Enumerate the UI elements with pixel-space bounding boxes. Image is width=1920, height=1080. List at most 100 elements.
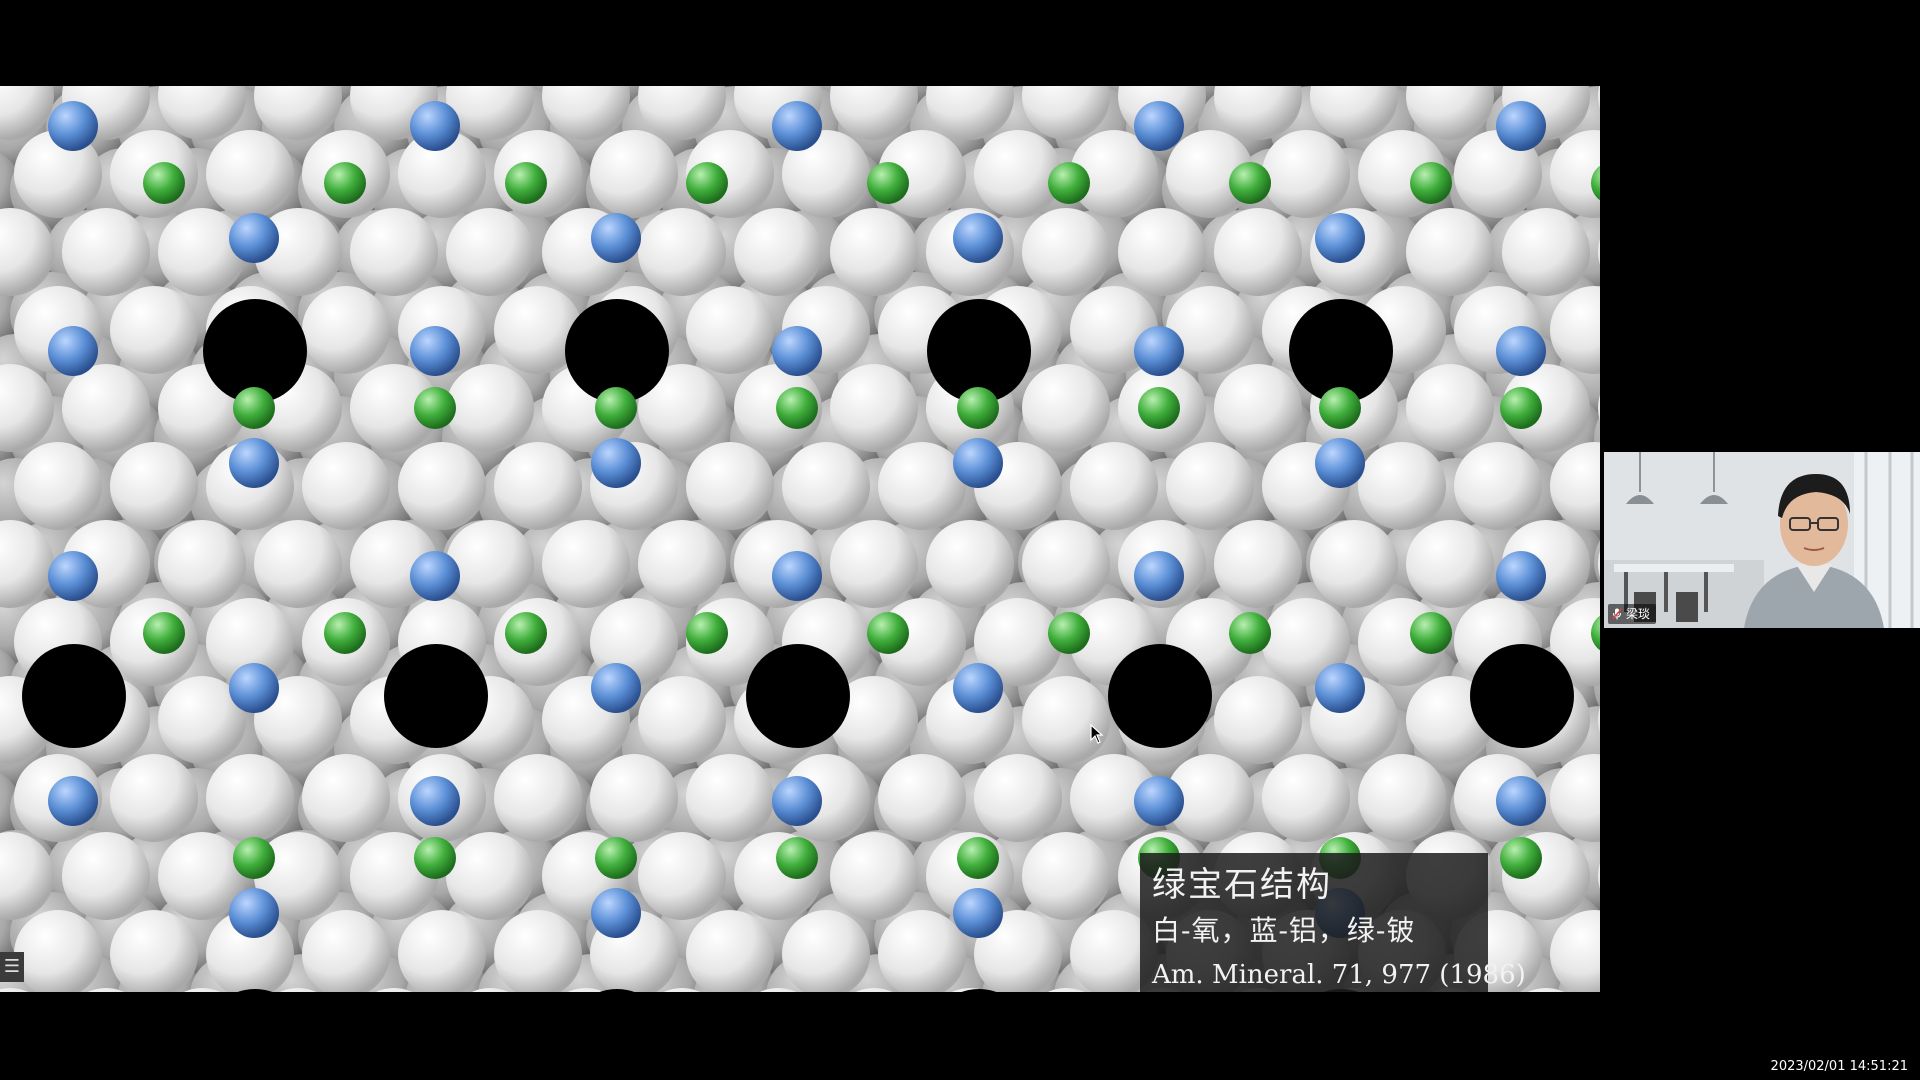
- aluminum-atom: [1315, 213, 1365, 263]
- beryllium-atom: [505, 612, 547, 654]
- aluminum-atom: [1134, 101, 1184, 151]
- beryllium-atom: [324, 612, 366, 654]
- oxygen-atom: [62, 364, 150, 452]
- aluminum-atom: [229, 663, 279, 713]
- oxygen-atom: [1214, 676, 1302, 764]
- aluminum-atom: [591, 888, 641, 938]
- beryllium-atom: [595, 387, 637, 429]
- oxygen-atom: [494, 754, 582, 842]
- beryllium-atom: [867, 612, 909, 654]
- oxygen-atom: [254, 520, 342, 608]
- oxygen-atom: [1022, 208, 1110, 296]
- aluminum-atom: [772, 776, 822, 826]
- aluminum-atom: [410, 551, 460, 601]
- aluminum-atom: [1315, 663, 1365, 713]
- participant-video-frame: [1604, 452, 1920, 628]
- oxygen-atom: [1406, 520, 1494, 608]
- aluminum-atom: [772, 326, 822, 376]
- presentation-slide: 绿宝石结构 白-氧，蓝-铝，绿-铍 Am. Mineral. 71, 977 (…: [0, 86, 1600, 992]
- oxygen-atom: [1022, 676, 1110, 764]
- aluminum-atom: [1315, 438, 1365, 488]
- oxygen-atom: [446, 832, 534, 920]
- aluminum-atom: [772, 551, 822, 601]
- oxygen-atom: [878, 442, 966, 530]
- oxygen-atom: [446, 520, 534, 608]
- oxygen-atom: [206, 754, 294, 842]
- beryllium-atom: [686, 612, 728, 654]
- oxygen-atom: [494, 442, 582, 530]
- beryllium-atom: [1138, 387, 1180, 429]
- beryllium-atom: [414, 387, 456, 429]
- oxygen-atom: [1214, 208, 1302, 296]
- microphone-muted-icon: [1612, 608, 1622, 620]
- oxygen-atom: [1406, 364, 1494, 452]
- oxygen-atom: [1454, 442, 1542, 530]
- aluminum-atom: [48, 776, 98, 826]
- oxygen-atom: [830, 364, 918, 452]
- participant-name-tag: 梁琰: [1608, 604, 1657, 624]
- aluminum-atom: [591, 438, 641, 488]
- slide-caption: 绿宝石结构 白-氧，蓝-铝，绿-铍 Am. Mineral. 71, 977 (…: [1140, 853, 1526, 992]
- beryllium-atom: [686, 162, 728, 204]
- oxygen-atom: [1022, 364, 1110, 452]
- aluminum-atom: [953, 663, 1003, 713]
- beryllium-atom: [1410, 612, 1452, 654]
- aluminum-atom: [48, 551, 98, 601]
- beryllium-atom: [324, 162, 366, 204]
- oxygen-atom: [830, 832, 918, 920]
- beryllium-atom: [776, 837, 818, 879]
- beryllium-atom: [414, 837, 456, 879]
- beryllium-atom: [1500, 837, 1542, 879]
- reference-text: Am. Mineral. 71, 977 (1986): [1152, 960, 1526, 990]
- oxygen-atom: [638, 676, 726, 764]
- oxygen-atom: [782, 442, 870, 530]
- beryllium-atom: [233, 387, 275, 429]
- beryllium-atom: [1229, 612, 1271, 654]
- oxygen-atom: [158, 208, 246, 296]
- aluminum-atom: [591, 213, 641, 263]
- structural-channel: [746, 644, 850, 748]
- oxygen-atom: [398, 442, 486, 530]
- oxygen-atom: [1358, 442, 1446, 530]
- oxygen-atom: [302, 754, 390, 842]
- oxygen-atom: [1262, 754, 1350, 842]
- oxygen-atom: [62, 832, 150, 920]
- aluminum-atom: [953, 213, 1003, 263]
- oxygen-atom: [446, 208, 534, 296]
- oxygen-atom: [1022, 832, 1110, 920]
- beryllium-atom: [505, 162, 547, 204]
- beryllium-atom: [595, 837, 637, 879]
- oxygen-atom: [110, 754, 198, 842]
- oxygen-atom: [1502, 208, 1590, 296]
- oxygen-atom: [14, 442, 102, 530]
- participant-video[interactable]: 梁琰: [1604, 452, 1920, 628]
- oxygen-atom: [446, 364, 534, 452]
- aluminum-atom: [410, 101, 460, 151]
- aluminum-atom: [229, 888, 279, 938]
- beryllium-atom: [1048, 612, 1090, 654]
- oxygen-atom: [638, 520, 726, 608]
- oxygen-atom: [206, 130, 294, 218]
- aluminum-atom: [1496, 101, 1546, 151]
- structural-channel: [384, 644, 488, 748]
- aluminum-atom: [48, 326, 98, 376]
- structural-channel: [22, 644, 126, 748]
- aluminum-atom: [953, 438, 1003, 488]
- aluminum-atom: [1134, 551, 1184, 601]
- oxygen-atom: [542, 520, 630, 608]
- oxygen-atom: [1214, 364, 1302, 452]
- oxygen-atom: [590, 754, 678, 842]
- oxygen-atom: [638, 832, 726, 920]
- aluminum-atom: [591, 663, 641, 713]
- structural-channel: [1108, 644, 1212, 748]
- aluminum-atom: [48, 101, 98, 151]
- mouse-pointer-icon: [1090, 724, 1104, 744]
- aluminum-atom: [410, 326, 460, 376]
- beryllium-atom: [143, 162, 185, 204]
- beryllium-atom: [1048, 162, 1090, 204]
- oxygen-atom: [638, 208, 726, 296]
- timestamp: 2023/02/01 14:51:21: [1770, 1059, 1908, 1074]
- list-icon[interactable]: ☰: [0, 952, 24, 982]
- aluminum-atom: [229, 438, 279, 488]
- oxygen-atom: [830, 208, 918, 296]
